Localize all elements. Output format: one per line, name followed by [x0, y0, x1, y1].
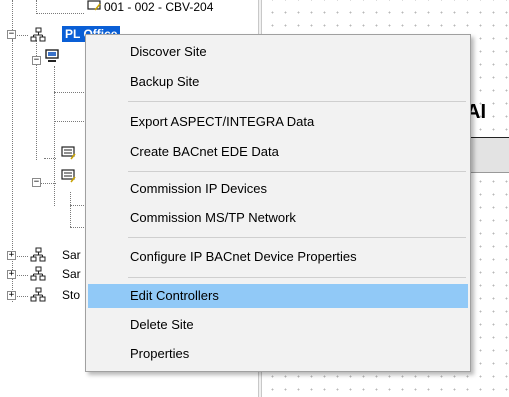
expand-icon[interactable]: + [7, 251, 16, 260]
tree-node-label[interactable]: Sar [62, 248, 81, 263]
tree-line [70, 192, 71, 227]
tree-line [54, 121, 86, 122]
menu-separator [128, 101, 466, 102]
tree-line [36, 60, 37, 160]
menu-separator [128, 277, 466, 278]
menu-separator [128, 171, 466, 172]
tree-line [36, 13, 84, 14]
collapse-icon[interactable]: − [7, 30, 16, 39]
device-icon [61, 169, 76, 183]
tree-node-label[interactable]: Sto [62, 288, 80, 303]
tree-line [36, 0, 37, 14]
tree-line [14, 35, 28, 36]
collapse-icon[interactable]: − [32, 56, 41, 65]
menu-item-discover-site[interactable]: Discover Site [88, 40, 468, 64]
tree-line [70, 205, 86, 206]
menu-separator [128, 237, 466, 238]
menu-item-export-aspect-integra[interactable]: Export ASPECT/INTEGRA Data [88, 110, 468, 134]
menu-item-create-bacnet-ede[interactable]: Create BACnet EDE Data [88, 140, 468, 164]
network-site-icon [30, 27, 46, 42]
expand-icon[interactable]: + [7, 270, 16, 279]
tree-node-label[interactable]: Sar [62, 267, 81, 282]
tree-line [40, 183, 56, 184]
tree-line [14, 256, 28, 257]
menu-item-configure-ip-bacnet[interactable]: Configure IP BACnet Device Properties [88, 245, 468, 269]
menu-item-properties[interactable]: Properties [88, 342, 468, 366]
expand-icon[interactable]: + [7, 291, 16, 300]
network-site-icon [30, 287, 46, 302]
tree-line [70, 227, 86, 228]
context-menu: Discover Site Backup Site Export ASPECT/… [85, 34, 471, 372]
menu-item-edit-controllers[interactable]: Edit Controllers [88, 284, 468, 308]
menu-item-backup-site[interactable]: Backup Site [88, 70, 468, 94]
tree-line [54, 66, 55, 206]
header-strip [468, 137, 509, 173]
tree-line [44, 158, 56, 159]
menu-item-commission-ip-devices[interactable]: Commission IP Devices [88, 177, 468, 201]
network-site-icon [30, 266, 46, 281]
tree-line [12, 40, 13, 302]
computer-icon [45, 49, 59, 62]
menu-item-commission-mstp-network[interactable]: Commission MS/TP Network [88, 206, 468, 230]
menu-item-delete-site[interactable]: Delete Site [88, 313, 468, 337]
controller-icon [87, 0, 101, 11]
network-site-icon [30, 247, 46, 262]
tree-node-label[interactable]: 001 - 002 - CBV-204 [104, 0, 213, 15]
tree-line [14, 296, 28, 297]
tree-line [54, 92, 86, 93]
device-icon [61, 146, 76, 160]
tree-line [14, 275, 28, 276]
collapse-icon[interactable]: − [32, 178, 41, 187]
